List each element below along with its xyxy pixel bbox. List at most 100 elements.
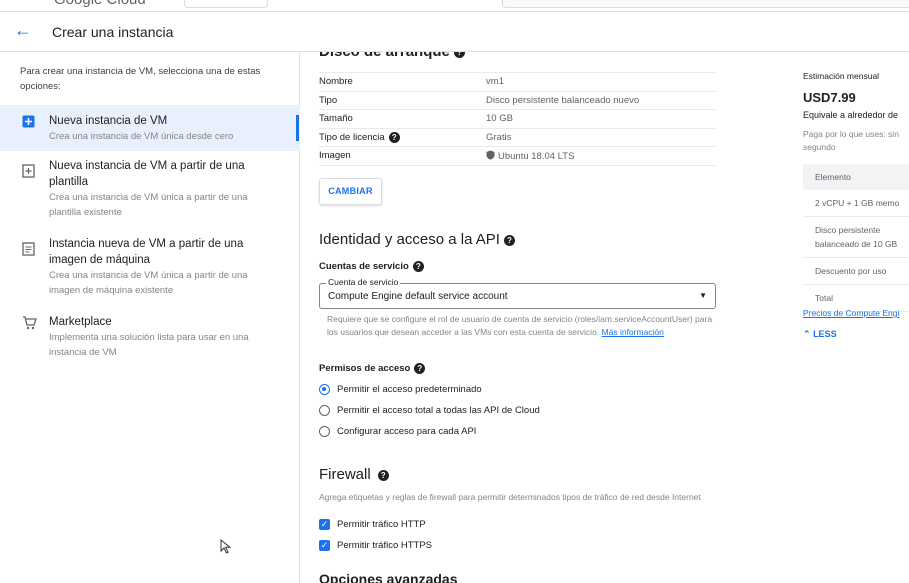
option-new-vm[interactable]: Nueva instancia de VM Crea una instancia… xyxy=(0,105,300,151)
estimate-equivalent: Equivale a alrededor de xyxy=(803,110,899,120)
less-toggle[interactable]: ⌃ LESS xyxy=(803,329,837,340)
checkbox-http[interactable]: ✓ Permitir tráfico HTTP xyxy=(319,518,519,532)
option-desc: Crea una instancia de VM única desde cer… xyxy=(49,131,234,142)
option-title: Marketplace xyxy=(49,316,112,328)
shield-icon xyxy=(486,150,498,162)
disk-value: Gratis xyxy=(486,127,716,147)
template-icon xyxy=(22,164,35,181)
radio-label: Configurar acceso para cada API xyxy=(337,426,477,437)
service-accounts-label: Cuentas de servicio? xyxy=(319,261,424,272)
table-row: Disco persistente balanceado de 10 GB xyxy=(803,216,909,258)
disk-key: Imagen xyxy=(319,146,486,166)
table-row: Tipo de licencia? Gratis xyxy=(319,127,716,147)
top-bar: Google Cloud xyxy=(0,0,909,12)
option-title: Nueva instancia de VM a partir de una pl… xyxy=(49,160,245,188)
advanced-options-heading[interactable]: Opciones avanzadas xyxy=(319,571,458,583)
firewall-heading: Firewall? xyxy=(319,466,389,483)
option-desc: Crea una instancia de VM única a partir … xyxy=(49,270,248,296)
table-row: 2 vCPU + 1 GB memo xyxy=(803,190,909,217)
option-title: Nueva instancia de VM xyxy=(49,115,168,127)
estimate-label: Estimación mensual xyxy=(803,71,880,81)
estimate-price: USD7.99 xyxy=(803,90,856,105)
creation-options-panel: Para crear una instancia de VM, seleccio… xyxy=(0,52,300,583)
radio-default-access[interactable]: Permitir el acceso predeterminado xyxy=(319,383,619,397)
radio-full-access[interactable]: Permitir el acceso total a todas las API… xyxy=(319,404,619,418)
option-desc: Implementa una solución lista para usar … xyxy=(49,332,249,358)
disk-value-image: Ubuntu 18.04 LTS xyxy=(486,146,716,166)
config-form: Disco de arranque? Nombre vm1 Tipo Disco… xyxy=(300,52,780,583)
radio-label: Permitir el acceso predeterminado xyxy=(337,384,482,395)
disk-key-license: Tipo de licencia? xyxy=(319,127,486,147)
boot-disk-table: Nombre vm1 Tipo Disco persistente balanc… xyxy=(319,72,716,166)
project-selector[interactable] xyxy=(184,0,268,8)
disk-value: Ubuntu 18.04 LTS xyxy=(498,150,575,162)
estimate-panel: Estimación mensual USD7.99 Equivale a al… xyxy=(780,52,909,583)
help-icon[interactable]: ? xyxy=(388,131,400,143)
table-row: Tamaño 10 GB xyxy=(319,109,716,128)
help-icon[interactable]: ? xyxy=(412,261,424,272)
active-indicator xyxy=(296,115,299,141)
table-header-row: Elemento xyxy=(803,164,909,190)
table-cell: Descuento por uso xyxy=(803,257,909,285)
option-from-machine-image[interactable]: Instancia nueva de VM a partir de una im… xyxy=(0,236,300,298)
table-header: Elemento xyxy=(803,164,909,190)
option-desc: Crea una instancia de VM única a partir … xyxy=(49,192,248,218)
table-row: Nombre vm1 xyxy=(319,72,716,91)
arrow-left-icon[interactable]: ← xyxy=(14,20,32,41)
checkbox-https[interactable]: ✓ Permitir tráfico HTTPS xyxy=(319,539,519,553)
mouse-cursor-icon xyxy=(220,538,232,557)
disk-key: Tamaño xyxy=(319,109,486,128)
table-row: Imagen Ubuntu 18.04 LTS xyxy=(319,146,716,166)
checkbox[interactable]: ✓ xyxy=(319,519,330,530)
disk-key: Tipo xyxy=(319,90,486,110)
help-icon[interactable]: ? xyxy=(414,363,426,374)
estimate-note: Paga por lo que uses: sin segundo xyxy=(803,129,899,152)
disk-value: 10 GB xyxy=(486,109,716,128)
less-label: LESS xyxy=(813,329,837,339)
service-account-helper: Requiere que se configure el rol de usua… xyxy=(327,314,713,337)
add-box-icon xyxy=(22,115,35,131)
options-intro: Para crear una instancia de VM, seleccio… xyxy=(20,66,261,92)
table-cell: 2 vCPU + 1 GB memo xyxy=(803,190,909,217)
radio-button[interactable] xyxy=(319,426,330,437)
radio-label: Permitir el acceso total a todas las API… xyxy=(337,405,540,416)
cart-icon xyxy=(22,316,37,333)
option-marketplace[interactable]: Marketplace Implementa una solución list… xyxy=(0,314,300,360)
disk-value: vm1 xyxy=(486,72,716,91)
radio-button[interactable] xyxy=(319,405,330,416)
identity-heading: Identidad y acceso a la API? xyxy=(319,231,515,248)
change-disk-button[interactable]: CAMBIAR xyxy=(319,178,382,205)
search-input[interactable] xyxy=(502,0,909,8)
table-row: Tipo Disco persistente balanceado nuevo xyxy=(319,90,716,110)
select-value: Compute Engine default service account xyxy=(328,291,508,302)
help-icon[interactable]: ? xyxy=(453,52,465,58)
disk-key: Nombre xyxy=(319,72,486,91)
disk-value: Disco persistente balanceado nuevo xyxy=(486,90,716,110)
help-icon[interactable]: ? xyxy=(503,234,515,246)
firewall-desc: Agrega etiquetas y reglas de firewall pa… xyxy=(319,492,701,502)
select-label: Cuenta de servicio xyxy=(326,277,401,287)
service-account-select[interactable]: Cuenta de servicio Compute Engine defaul… xyxy=(319,277,716,309)
option-from-template[interactable]: Nueva instancia de VM a partir de una pl… xyxy=(0,158,300,220)
checkbox-label: Permitir tráfico HTTPS xyxy=(337,540,433,551)
option-title: Instancia nueva de VM a partir de una im… xyxy=(49,238,244,266)
table-row: Descuento por uso xyxy=(803,257,909,285)
help-icon[interactable]: ? xyxy=(377,469,389,481)
page-title: Crear una instancia xyxy=(52,24,174,40)
chevron-up-icon: ⌃ xyxy=(803,329,811,339)
checkbox[interactable]: ✓ xyxy=(319,540,330,551)
checkbox-label: Permitir tráfico HTTP xyxy=(337,519,426,530)
disk-key: Tipo de licencia xyxy=(319,131,385,143)
pricing-link[interactable]: Precios de Compute Engi xyxy=(803,308,899,318)
boot-disk-heading: Disco de arranque? xyxy=(319,52,465,60)
page-header: ← Crear una instancia xyxy=(0,12,909,52)
access-scopes-label: Permisos de acceso? xyxy=(319,363,426,374)
brand-logo[interactable]: Google Cloud xyxy=(54,0,146,8)
image-doc-icon xyxy=(22,242,35,259)
radio-button[interactable] xyxy=(319,384,330,395)
table-cell: Disco persistente balanceado de 10 GB xyxy=(803,216,909,258)
radio-per-api-access[interactable]: Configurar acceso para cada API xyxy=(319,425,619,439)
dropdown-arrow-icon: ▼ xyxy=(699,291,707,300)
price-table: Elemento 2 vCPU + 1 GB memo Disco persis… xyxy=(803,164,909,312)
learn-more-link[interactable]: Más información xyxy=(602,327,664,337)
